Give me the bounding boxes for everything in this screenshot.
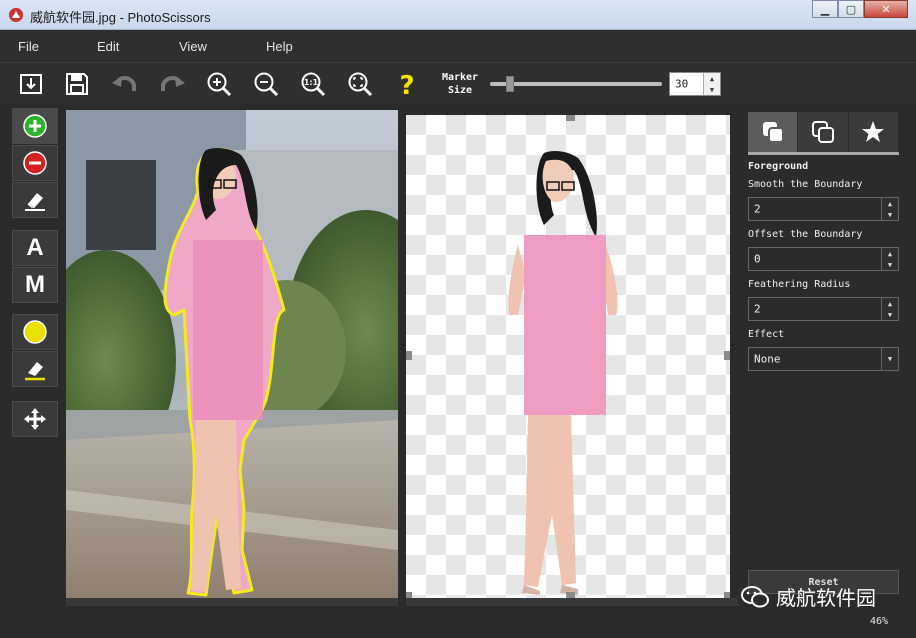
right-pane-scrollbar[interactable]	[406, 598, 738, 606]
zoom-actual-icon: 1:1	[301, 72, 326, 97]
crop-handle-top[interactable]	[566, 115, 575, 121]
minimize-button[interactable]: ▁	[812, 0, 838, 18]
wechat-icon	[741, 585, 769, 607]
spin-up-icon[interactable]: ▲	[704, 73, 720, 84]
help-icon: ?	[399, 71, 414, 98]
redo-button[interactable]	[157, 69, 187, 99]
marker-size-label: Marker Size	[441, 72, 479, 96]
minimize-icon: ▁	[820, 2, 830, 16]
marker-size-spinbox[interactable]: 30 ▲ ▼	[669, 72, 721, 96]
maximize-icon: ▢	[845, 2, 857, 16]
status-bar: 46%	[0, 612, 916, 638]
svg-text:?: ?	[399, 71, 414, 98]
effects-tab-icon	[862, 121, 885, 142]
panel-tabs	[748, 112, 899, 155]
chevron-down-icon: ▼	[887, 355, 893, 363]
offset-spinbox[interactable]: 0 ▲ ▼	[748, 247, 899, 271]
toolbar: 1:1 ? Marker Size 30 ▲ ▼	[0, 62, 916, 104]
plus-circle-icon	[23, 114, 47, 138]
marker-eraser-button[interactable]	[12, 351, 58, 387]
save-button[interactable]	[62, 69, 92, 99]
spin-down-icon[interactable]: ▼	[882, 309, 898, 320]
cutout-preview	[406, 115, 730, 598]
zoom-level: 46%	[869, 616, 888, 627]
menu-bar: File Edit View Help	[0, 30, 916, 62]
effect-select[interactable]: None ▼	[748, 347, 899, 371]
app-icon	[9, 8, 23, 22]
original-image-pane[interactable]	[66, 110, 398, 598]
tab-background[interactable]	[798, 112, 849, 152]
spin-down-icon[interactable]: ▼	[704, 84, 720, 95]
undo-icon	[112, 76, 136, 91]
title-bar: 威航软件园.jpg - PhotoScissors ▁ ▢ ✕	[0, 0, 916, 30]
smooth-spinbox[interactable]: 2 ▲ ▼	[748, 197, 899, 221]
fit-window-button[interactable]	[345, 69, 375, 99]
marker-color-button[interactable]	[12, 314, 58, 350]
auto-mode-label: A	[26, 234, 44, 261]
offset-label: Offset the Boundary	[748, 229, 863, 240]
tab-foreground[interactable]	[748, 112, 799, 152]
zoom-in-icon	[207, 72, 232, 97]
zoom-out-icon	[254, 72, 279, 97]
move-icon	[24, 408, 46, 430]
foreground-tab-icon	[762, 122, 784, 143]
move-button[interactable]	[12, 401, 58, 437]
zoom-actual-button[interactable]: 1:1	[298, 69, 328, 99]
left-tool-panel: A M	[8, 104, 62, 604]
crop-handle-right[interactable]	[724, 351, 730, 360]
spin-up-icon[interactable]: ▲	[882, 298, 898, 309]
save-icon	[66, 73, 88, 95]
eraser-yellow-icon	[25, 362, 45, 381]
watermark-text: 威航软件园	[776, 586, 876, 610]
open-icon	[20, 74, 42, 94]
effect-label: Effect	[748, 329, 785, 340]
tab-effects[interactable]	[849, 112, 899, 152]
menu-view[interactable]: View	[179, 39, 207, 54]
section-title: Foreground	[748, 161, 809, 172]
help-button[interactable]: ?	[392, 69, 422, 99]
spin-down-icon[interactable]: ▼	[882, 209, 898, 220]
spin-up-icon[interactable]: ▲	[882, 198, 898, 209]
maximize-button[interactable]: ▢	[838, 0, 864, 18]
zoom-in-button[interactable]	[204, 69, 234, 99]
auto-mode-button[interactable]: A	[12, 230, 58, 266]
zoom-out-button[interactable]	[251, 69, 281, 99]
settings-panel: Foreground Smooth the Boundary 2 ▲ ▼ Offs…	[745, 110, 902, 600]
feather-label: Feathering Radius	[748, 279, 851, 290]
redo-icon	[161, 76, 185, 91]
watermark: 威航软件园	[740, 582, 876, 611]
svg-text:1:1: 1:1	[304, 78, 319, 87]
eraser-button[interactable]	[12, 182, 58, 218]
mark-background-button[interactable]	[12, 145, 58, 181]
mark-foreground-button[interactable]	[12, 108, 58, 144]
window-title: 威航软件园.jpg - PhotoScissors	[30, 10, 211, 25]
menu-file[interactable]: File	[18, 39, 39, 54]
menu-help[interactable]: Help	[266, 39, 293, 54]
feather-spinbox[interactable]: 2 ▲ ▼	[748, 297, 899, 321]
open-button[interactable]	[16, 69, 46, 99]
result-image-pane[interactable]	[406, 115, 730, 598]
left-pane-scrollbar[interactable]	[66, 598, 398, 606]
eraser-icon	[25, 193, 45, 211]
spin-up-icon[interactable]: ▲	[882, 248, 898, 259]
close-button[interactable]: ✕	[864, 0, 908, 18]
manual-mode-button[interactable]: M	[12, 267, 58, 303]
smooth-label: Smooth the Boundary	[748, 179, 863, 190]
marker-size-slider[interactable]	[490, 76, 662, 92]
close-icon: ✕	[881, 2, 891, 16]
slider-handle[interactable]	[506, 76, 514, 92]
manual-mode-label: M	[25, 271, 45, 298]
original-photo	[66, 110, 398, 598]
yellow-dot-icon	[23, 320, 47, 344]
spin-down-icon[interactable]: ▼	[882, 259, 898, 270]
crop-handle-left[interactable]	[406, 351, 412, 360]
fit-window-icon	[348, 72, 373, 97]
menu-edit[interactable]: Edit	[97, 39, 119, 54]
minus-circle-icon	[23, 151, 47, 175]
background-tab-icon	[811, 121, 834, 143]
undo-button[interactable]	[110, 69, 140, 99]
